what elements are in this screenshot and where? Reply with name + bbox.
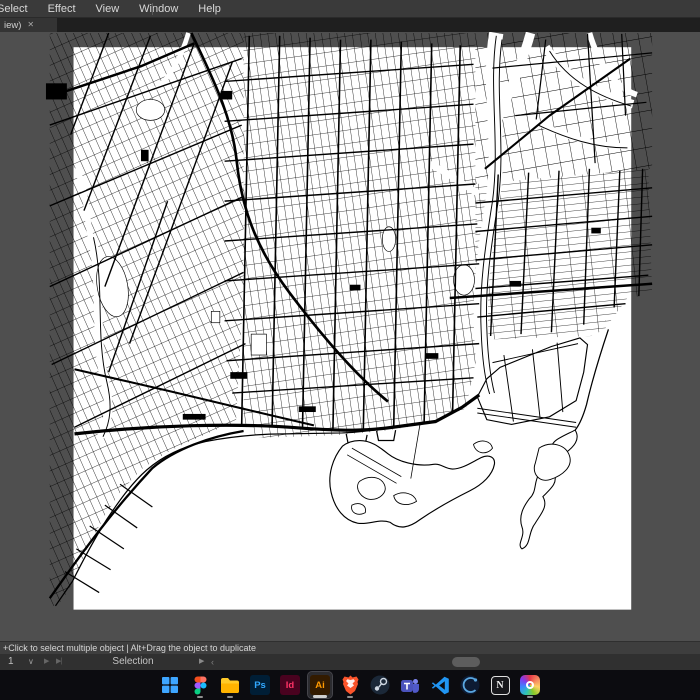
artboard-number[interactable]: 1 — [8, 654, 14, 670]
windows-taskbar: Ps Id Ai N — [0, 670, 700, 700]
figma-button[interactable] — [188, 672, 212, 698]
notion-button[interactable]: N — [488, 672, 512, 698]
menu-help[interactable]: Help — [188, 0, 231, 17]
menu-items: Select Effect View Window Help — [0, 0, 231, 17]
map-artwork[interactable] — [0, 32, 700, 641]
brave-button[interactable] — [338, 672, 362, 698]
document-tab-bar: iew) ✕ — [0, 18, 700, 32]
scroll-left-icon[interactable]: ‹ — [211, 654, 214, 670]
illustrator-button[interactable]: Ai — [307, 671, 333, 699]
illustrator-icon: Ai — [310, 675, 330, 695]
last-artboard-icon[interactable]: ▶| — [56, 654, 62, 670]
figma-icon — [194, 676, 206, 694]
running-indicator — [197, 695, 203, 698]
next-artboard-icon[interactable]: ▶ — [44, 654, 49, 670]
vscode-icon — [431, 676, 449, 694]
indesign-button[interactable]: Id — [278, 672, 302, 698]
hint-text: +Click to select multiple object | Alt+D… — [3, 643, 256, 653]
status-label[interactable]: Selection — [106, 654, 160, 670]
menu-effect[interactable]: Effect — [38, 0, 86, 17]
steam-icon — [370, 675, 390, 695]
folder-icon — [221, 677, 239, 693]
brave-icon — [342, 675, 358, 695]
hint-bar: +Click to select multiple object | Alt+D… — [0, 641, 700, 654]
photoshop-icon: Ps — [250, 675, 270, 695]
active-indicator — [313, 695, 327, 698]
horizontal-scrollbar-thumb[interactable] — [452, 657, 480, 667]
photoshop-button[interactable]: Ps — [248, 672, 272, 698]
running-indicator — [527, 695, 533, 698]
menu-bar: Select Effect View Window Help — [0, 0, 700, 18]
teams-button[interactable] — [398, 672, 422, 698]
vscode-button[interactable] — [428, 672, 452, 698]
document-tab-label: iew) — [4, 19, 22, 31]
menu-window[interactable]: Window — [129, 0, 188, 17]
chevron-down-icon[interactable]: ∨ — [28, 654, 34, 670]
canvas-viewport[interactable] — [0, 32, 700, 641]
cinema4d-button[interactable] — [458, 672, 482, 698]
indesign-icon: Id — [280, 675, 300, 695]
menu-separator — [152, 3, 153, 15]
notion-icon: N — [490, 675, 510, 695]
running-indicator — [347, 695, 353, 698]
cinema4d-icon — [460, 675, 480, 695]
status-bar: 1 ∨ ▶ ▶| Selection ▶ ‹ — [0, 654, 700, 670]
photos-button[interactable] — [518, 672, 542, 698]
photos-icon — [520, 675, 540, 695]
menu-view[interactable]: View — [86, 0, 130, 17]
status-flyout-icon[interactable]: ▶ — [199, 654, 204, 670]
file-explorer-button[interactable] — [218, 672, 242, 698]
teams-icon — [401, 678, 419, 693]
running-indicator — [227, 695, 233, 698]
document-tab[interactable]: iew) ✕ — [0, 18, 57, 32]
tab-close-icon[interactable]: ✕ — [27, 21, 34, 29]
start-button[interactable] — [158, 672, 182, 698]
windows-logo-icon — [162, 677, 178, 693]
illustrator-window: Select Effect View Window Help iew) ✕ +C… — [0, 0, 700, 700]
menu-select[interactable]: Select — [0, 0, 38, 17]
steam-button[interactable] — [368, 672, 392, 698]
